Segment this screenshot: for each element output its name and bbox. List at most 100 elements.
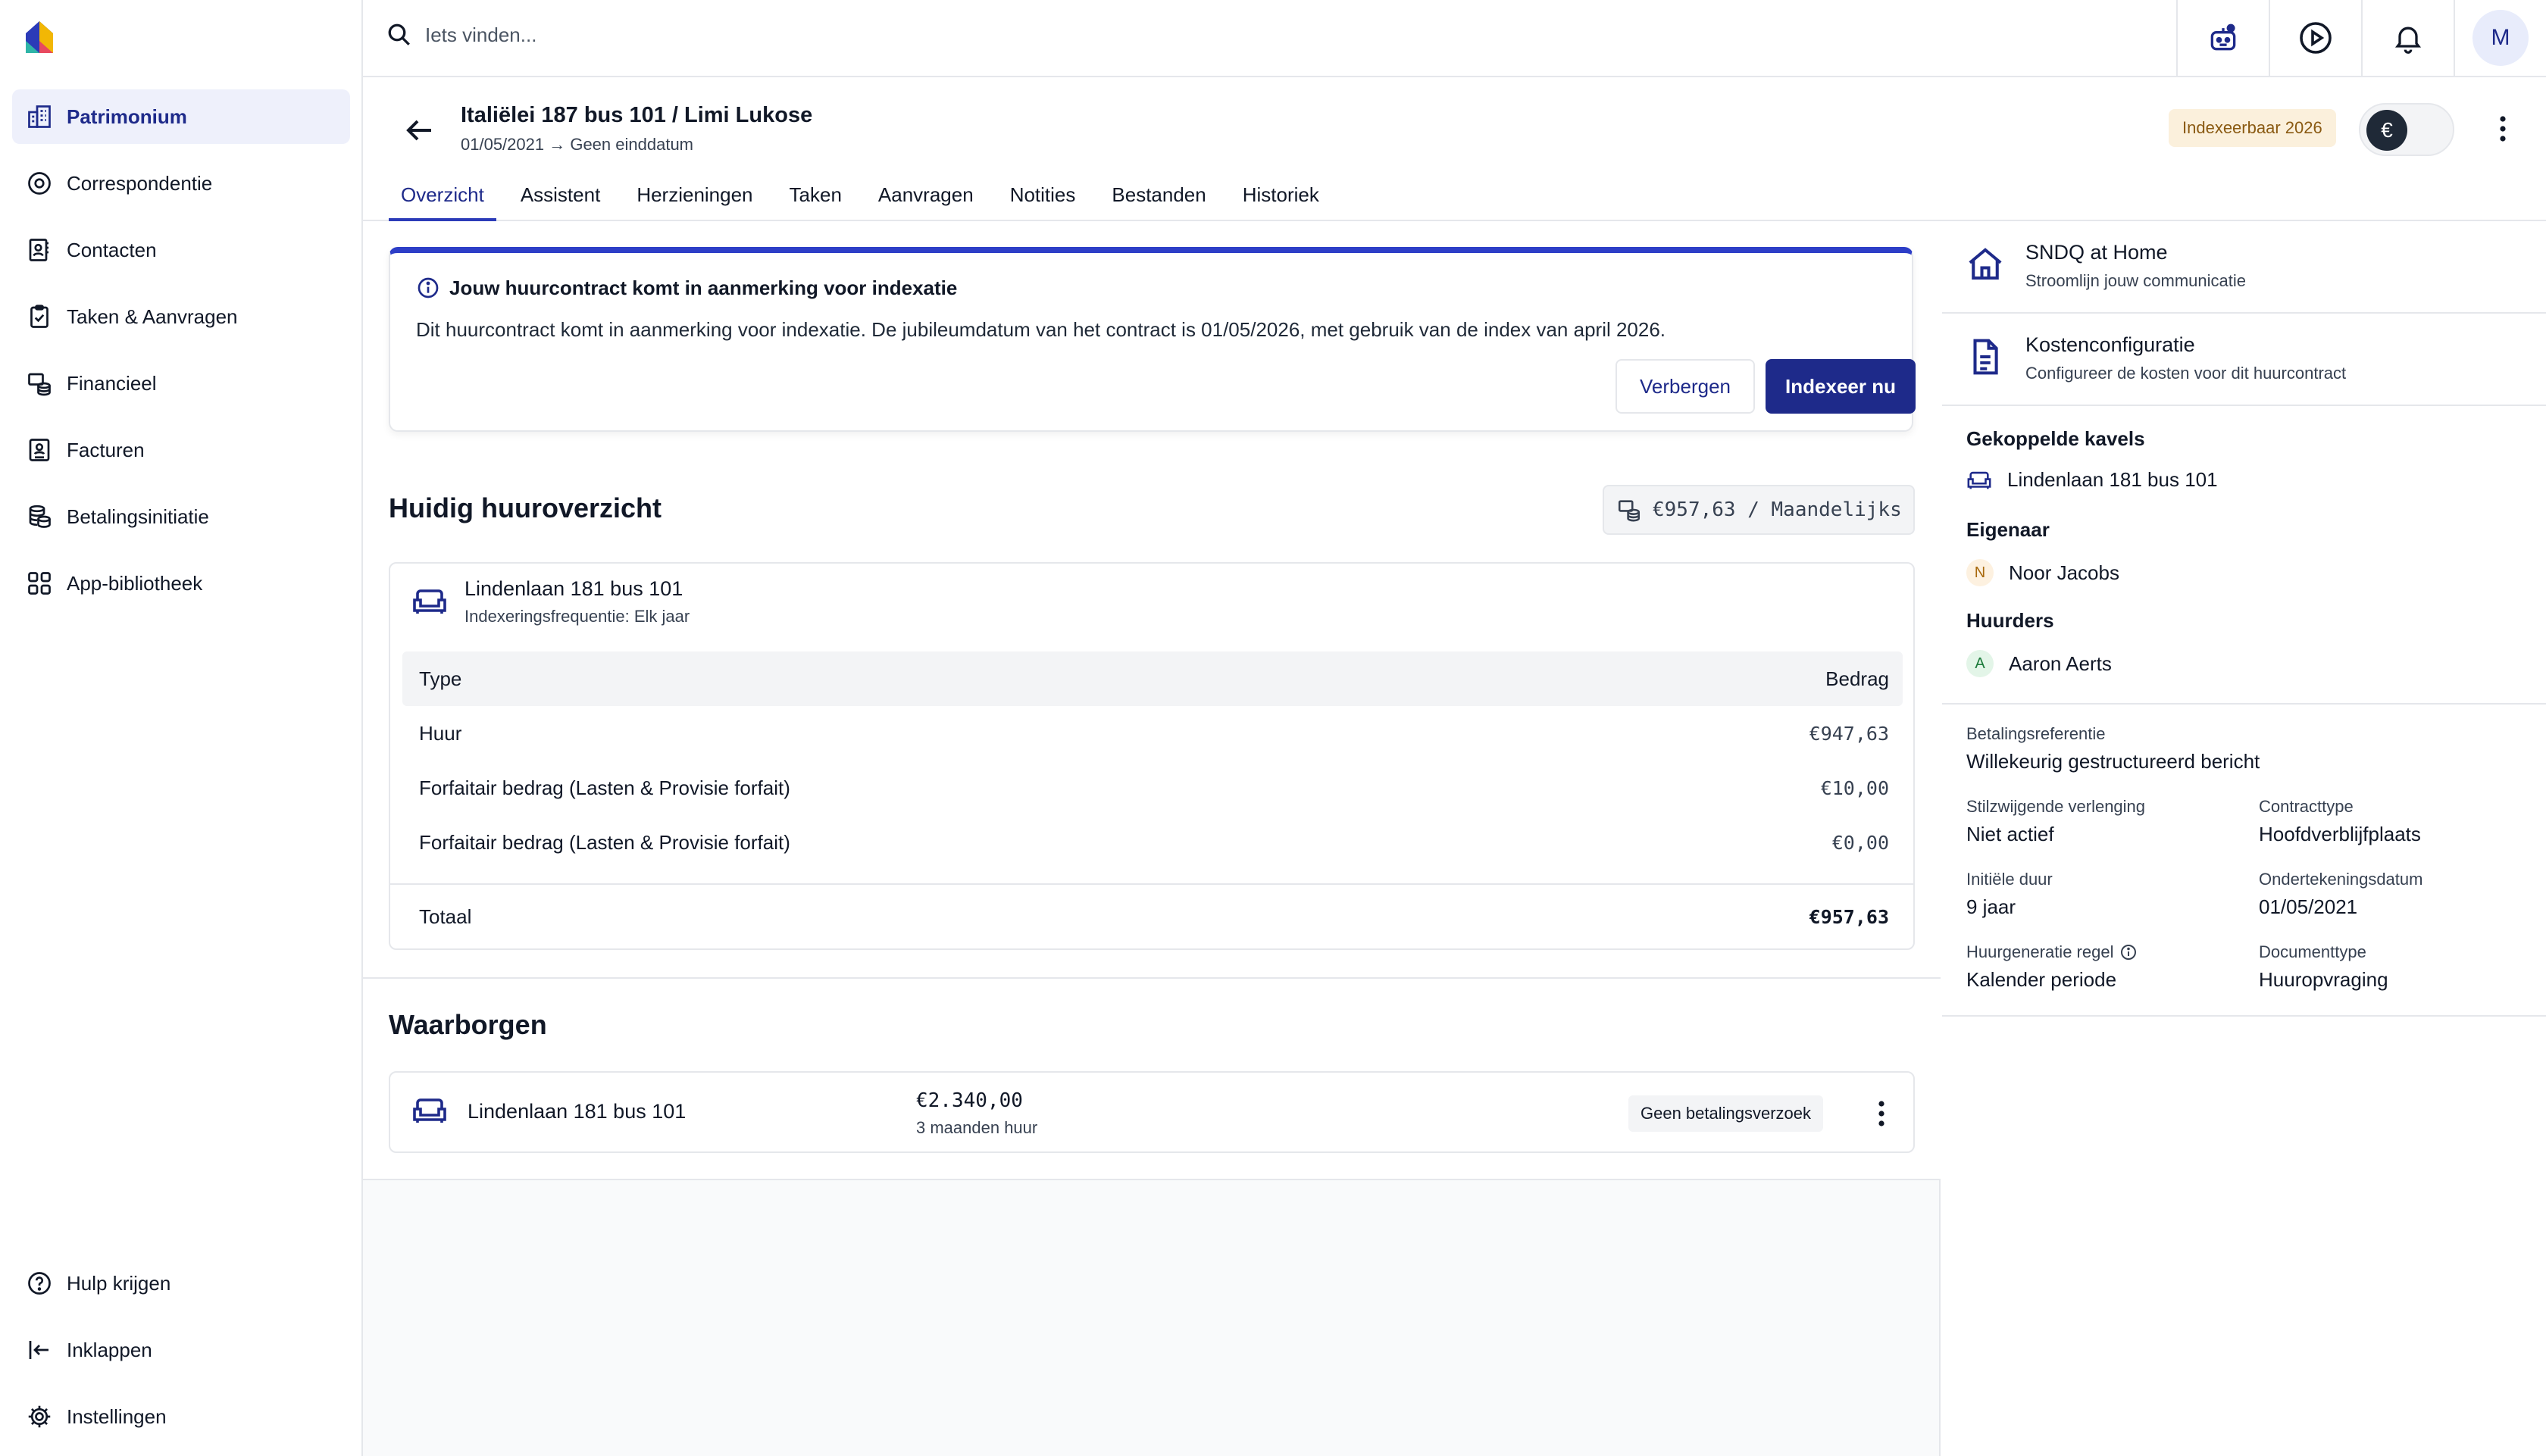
sidebar-item-patrimonium[interactable]: Patrimonium: [12, 89, 350, 144]
unit-name: Lindenlaan 181 bus 101: [464, 577, 683, 600]
deposits-title: Waarborgen: [389, 1009, 547, 1040]
sidebar-item-app-bibliotheek[interactable]: App-bibliotheek: [12, 556, 350, 611]
sidebar-item-label: Inklappen: [67, 1338, 152, 1361]
sidebar-item-facturen[interactable]: Facturen: [12, 423, 350, 477]
tab-assistent[interactable]: Assistent: [508, 168, 613, 221]
sidebar: Patrimonium Correspondentie Contacten Ta…: [0, 0, 363, 1456]
database-coins-icon: [23, 500, 56, 533]
sidebar-item-taken-aanvragen[interactable]: Taken & Aanvragen: [12, 289, 350, 344]
main-bottom-divider: [363, 1179, 1941, 1180]
invoice-icon: [23, 433, 56, 467]
total-amount: €957,63: [1809, 905, 1889, 928]
tenant-name: Aaron Aerts: [2009, 651, 2112, 675]
search-input[interactable]: [425, 23, 880, 47]
row-type: Forfaitair bedrag (Lasten & Provisie for…: [419, 830, 790, 854]
contract-type-value: Hoofdverblijfplaats: [2259, 823, 2421, 845]
hide-button[interactable]: Verbergen: [1615, 359, 1755, 414]
sidebar-bottom-nav: Hulp krijgen Inklappen Instellingen: [12, 1256, 350, 1456]
sidebar-item-contacten[interactable]: Contacten: [12, 223, 350, 277]
tab-aanvragen[interactable]: Aanvragen: [866, 168, 986, 221]
main-content: Jouw huurcontract komt in aanmerking voo…: [363, 221, 1941, 1456]
info-icon[interactable]: [2119, 943, 2138, 961]
sidebar-item-collapse[interactable]: Inklappen: [12, 1323, 350, 1377]
sidebar-item-label: Taken & Aanvragen: [67, 305, 238, 328]
sndq-home-link[interactable]: SNDQ at Home Stroomlijn jouw communicati…: [1942, 221, 2546, 314]
home-icon: [1965, 244, 2006, 285]
deposit-unit-name: Lindenlaan 181 bus 101: [468, 1100, 687, 1123]
col-amount: Bedrag: [1825, 667, 1889, 690]
at-sign-icon: [23, 167, 56, 200]
cost-config-link[interactable]: Kostenconfiguratie Configureer de kosten…: [1942, 314, 2546, 406]
sidebar-item-betalingsinitiatie[interactable]: Betalingsinitiatie: [12, 489, 350, 544]
coins-icon: [23, 367, 56, 400]
info-icon: [416, 276, 440, 300]
renewal-value: Niet actief: [1966, 823, 2054, 845]
total-label: Totaal: [419, 905, 472, 928]
sofa-icon: [411, 586, 448, 617]
row-type: Forfaitair bedrag (Lasten & Provisie for…: [419, 776, 790, 799]
tab-historiek[interactable]: Historiek: [1231, 168, 1331, 221]
user-menu-button[interactable]: M: [2454, 0, 2546, 76]
indexation-alert: Jouw huurcontract komt in aanmerking voo…: [389, 247, 1916, 432]
kebab-icon: [1863, 1095, 1900, 1132]
app-logo[interactable]: [23, 18, 56, 56]
deposit-card: Lindenlaan 181 bus 101 €2.340,00 3 maand…: [389, 1071, 1915, 1153]
document-icon: [1965, 336, 2006, 377]
rent-rule-label: Huurgeneratie regel: [1966, 942, 2138, 962]
sidebar-item-settings[interactable]: Instellingen: [12, 1389, 350, 1444]
assistant-button[interactable]: [2176, 0, 2269, 76]
contract-type-label: Contracttype: [2259, 797, 2354, 816]
top-actions: M: [2176, 0, 2546, 76]
deposit-amount-sub: 3 maanden huur: [916, 1118, 1038, 1137]
sidebar-item-correspondentie[interactable]: Correspondentie: [12, 156, 350, 211]
back-button[interactable]: [401, 112, 437, 148]
table-header: Type Bedrag: [402, 651, 1903, 706]
tab-herzieningen[interactable]: Herzieningen: [624, 168, 765, 221]
sidebar-item-label: Facturen: [67, 438, 145, 461]
renewal-label: Stilzwijgende verlenging: [1966, 797, 2146, 816]
more-options-button[interactable]: [2485, 111, 2521, 147]
index-now-button[interactable]: Indexeer nu: [1766, 359, 1916, 414]
page-title: Italiëlei 187 bus 101 / Limi Lukose: [461, 103, 813, 127]
owner-avatar: N: [1966, 559, 1994, 586]
sidebar-item-label: Contacten: [67, 238, 157, 261]
rent-summary-chip: €957,63 / Maandelijks: [1603, 485, 1915, 535]
sndq-title: SNDQ at Home: [2025, 241, 2168, 264]
owner-link[interactable]: N Noor Jacobs: [1966, 559, 2119, 586]
contacts-icon: [23, 233, 56, 267]
tenant-link[interactable]: A Aaron Aerts: [1966, 650, 2112, 677]
play-tutorial-button[interactable]: [2269, 0, 2361, 76]
panel-divider: [1942, 1015, 2546, 1017]
coins-icon: [1616, 497, 1642, 523]
contract-period: 01/05/2021 → Geen einddatum: [461, 135, 694, 154]
deposit-amount: €2.340,00: [916, 1089, 1023, 1112]
euro-icon: €: [2366, 110, 2407, 151]
notifications-button[interactable]: [2361, 0, 2454, 76]
sidebar-item-label: App-bibliotheek: [67, 571, 203, 595]
linked-unit-link[interactable]: Lindenlaan 181 bus 101: [1966, 468, 2218, 492]
collapse-icon: [23, 1333, 56, 1367]
tab-bestanden[interactable]: Bestanden: [1099, 168, 1218, 221]
sidebar-item-financieel[interactable]: Financieel: [12, 356, 350, 411]
unit-header: Lindenlaan 181 bus 101 Indexeringsfreque…: [411, 577, 690, 626]
building-icon: [23, 100, 56, 133]
arrow-left-icon: [401, 112, 437, 148]
clipboard-check-icon: [23, 300, 56, 333]
payment-request-badge: Geen betalingsverzoek: [1628, 1095, 1824, 1132]
tab-notities[interactable]: Notities: [998, 168, 1088, 221]
owner-name: Noor Jacobs: [2009, 561, 2119, 584]
row-amount: €0,00: [1831, 831, 1889, 854]
sidebar-item-label: Instellingen: [67, 1404, 167, 1428]
table-row: Huur €947,63: [402, 706, 1903, 761]
search-icon: [386, 21, 413, 48]
search-bar: [386, 21, 880, 48]
tab-taken[interactable]: Taken: [777, 168, 854, 221]
bell-icon: [2391, 21, 2425, 55]
sidebar-item-help[interactable]: Hulp krijgen: [12, 1256, 350, 1311]
euro-toggle[interactable]: €: [2359, 103, 2454, 156]
indexable-badge: Indexeerbaar 2026: [2169, 109, 2336, 147]
deposit-options-button[interactable]: [1863, 1095, 1900, 1132]
tab-overzicht[interactable]: Overzicht: [389, 168, 496, 221]
doc-type-label: Documenttype: [2259, 942, 2366, 961]
row-amount: €10,00: [1820, 776, 1889, 799]
